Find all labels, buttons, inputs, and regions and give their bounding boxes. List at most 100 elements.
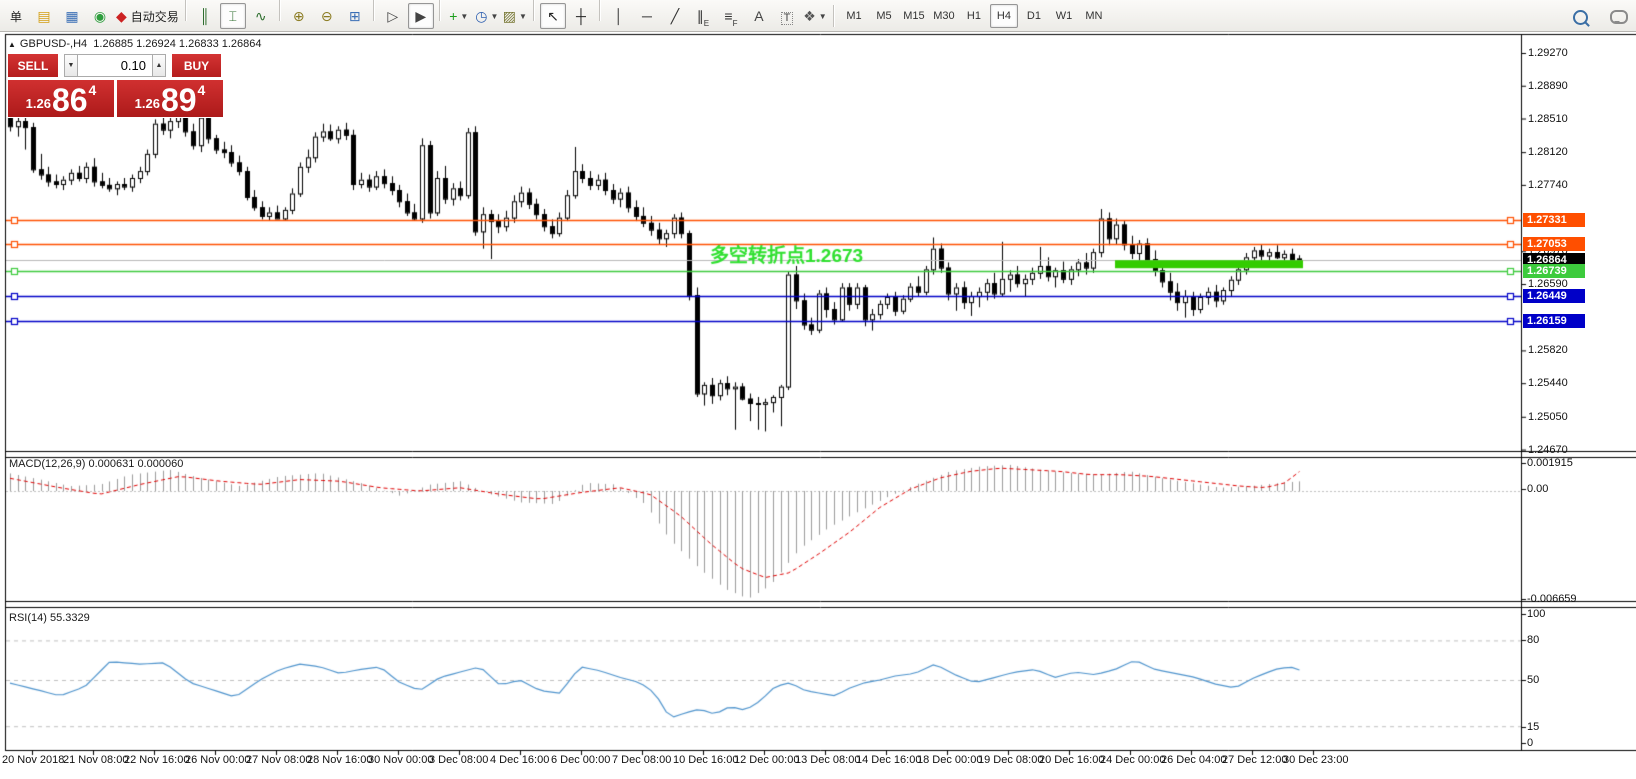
timeframe-button-m1[interactable]: M1 [840,4,868,28]
chat-icon [1610,10,1628,24]
price-level-badge: 1.26739 [1523,264,1585,278]
time-axis-label: 20 Nov 2018 [2,754,64,766]
timeframe-button-m5[interactable]: M5 [870,4,898,28]
line-chart-icon[interactable]: ∿ [248,3,274,29]
volume-down-stepper[interactable]: ▼ [64,54,78,77]
buy-price-box[interactable]: 1.26 89 4 [117,80,223,117]
text-icon[interactable]: A [746,3,772,29]
toolbar-separator [599,0,601,21]
vertical-line-icon[interactable]: │ [606,3,632,29]
sell-price-box[interactable]: 1.26 86 4 [8,80,114,117]
collapse-arrow-icon[interactable]: ▲ [8,40,16,49]
timeframe-button-w1[interactable]: W1 [1050,4,1078,28]
rsi-axis-label: 0 [1527,737,1533,749]
macd-axis-label: 0.001915 [1527,457,1573,469]
periods-icon[interactable]: ◷▼ [474,3,500,29]
search-button[interactable] [1567,4,1593,30]
time-axis-label: 27 Nov 08:00 [246,754,311,766]
chat-button[interactable] [1595,4,1629,30]
price-axis-tick-label: 1.28890 [1528,80,1568,92]
templates-icon[interactable]: ▨▼ [502,3,528,29]
buy-price-big: 89 [161,87,197,114]
rsi-axis-label: 80 [1527,634,1539,646]
price-level-badge: 1.26159 [1523,314,1585,328]
buy-button[interactable]: BUY [172,54,221,77]
time-axis-label: 22 Nov 16:00 [124,754,189,766]
chart-title: ▲ GBPUSD-,H4 1.26885 1.26924 1.26833 1.26… [8,38,262,50]
time-axis-label: 18 Dec 00:00 [917,754,982,766]
zoom-out-icon[interactable]: ⊖ [314,3,340,29]
chart-canvas[interactable] [0,33,1636,779]
one-click-trading-panel: SELL ▼ 0.10 ▲ BUY 1.26 86 4 1.26 89 4 [7,53,227,118]
time-axis-label: 12 Dec 00:00 [734,754,799,766]
toolbar-separator [279,0,281,21]
time-axis-label: 10 Dec 16:00 [673,754,738,766]
pane-separator-macd[interactable] [0,451,1636,457]
price-axis-tick-label: 1.25050 [1528,411,1568,423]
time-axis-label: 6 Dec 00:00 [551,754,610,766]
time-axis-label: 14 Dec 16:00 [856,754,921,766]
indicators-icon[interactable]: +▼ [446,3,472,29]
new-chart-icon[interactable]: ▤ [31,3,57,29]
text-label-icon[interactable]: T [774,6,800,32]
candlestick-chart-icon[interactable]: ⌶ [220,3,246,29]
volume-input[interactable]: 0.10 [78,54,152,77]
toolbar-separator [533,0,535,21]
price-axis-tick-label: 1.29270 [1528,47,1568,59]
time-axis-label: 26 Nov 00:00 [185,754,250,766]
arrows-icon[interactable]: ❖▼ [802,3,828,29]
symbol-period-label: GBPUSD-,H4 [20,38,87,50]
time-axis-label: 30 Nov 00:00 [368,754,433,766]
price-axis-tick-label: 1.28510 [1528,113,1568,125]
timeframe-button-mn[interactable]: MN [1080,4,1108,28]
price-level-badge: 1.26449 [1523,289,1585,303]
rsi-label: RSI(14) 55.3329 [9,612,90,624]
search-icon [1573,10,1588,25]
buy-price-pip: 4 [198,82,206,98]
sell-price-pip: 4 [89,82,97,98]
timeframe-button-m30[interactable]: M30 [930,4,958,28]
timeframe-button-d1[interactable]: D1 [1020,4,1048,28]
cursor-icon[interactable]: ↖ [540,3,566,29]
rsi-value: 55.3329 [50,612,90,624]
rsi-axis-label: 100 [1527,608,1545,620]
time-axis-label: 20 Dec 16:00 [1039,754,1104,766]
timeframe-button-h4[interactable]: H4 [990,4,1018,28]
horizontal-line-icon[interactable]: ─ [634,3,660,29]
sell-button[interactable]: SELL [8,54,58,77]
time-axis-label: 21 Nov 08:00 [63,754,128,766]
timeframe-button-h1[interactable]: H1 [960,4,988,28]
main-toolbar: 单▤▦◉◆自动交易║⌶∿⊕⊖⊞▷▶+▼◷▼▨▼↖┼│─╱∥E≡FAT❖▼ M1M… [0,0,1636,32]
equidistant-channel-icon[interactable]: ∥E [690,3,716,29]
timeframe-button-m15[interactable]: M15 [900,4,928,28]
macd-label: MACD(12,26,9) 0.000631 0.000060 [9,458,183,470]
time-axis-label: 26 Dec 04:00 [1161,754,1226,766]
fibonacci-icon[interactable]: ≡F [718,3,744,29]
trendline-icon[interactable]: ╱ [662,3,688,29]
new-order-button[interactable]: 单 [3,4,29,30]
price-axis-tick-label: 1.27740 [1528,179,1568,191]
market-watch-icon[interactable]: ◉ [87,3,113,29]
chart-shift-icon[interactable]: ▶ [408,3,434,29]
time-axis-label: 30 Dec 23:00 [1283,754,1348,766]
ohlc-values: 1.26885 1.26924 1.26833 1.26864 [93,38,261,50]
tile-windows-icon[interactable]: ⊞ [342,3,368,29]
pane-separator-rsi[interactable] [0,601,1636,607]
rsi-axis-label: 50 [1527,674,1539,686]
profiles-icon[interactable]: ▦ [59,3,85,29]
price-level-badge: 1.27053 [1523,237,1585,251]
sell-price-prefix: 1.26 [26,96,51,111]
toolbar-separator [185,0,187,21]
macd-axis-label: 0.00 [1527,483,1548,495]
auto-scroll-icon[interactable]: ▷ [380,3,406,29]
price-axis-tick-label: 1.25820 [1528,344,1568,356]
buy-price-prefix: 1.26 [135,96,160,111]
bar-chart-icon[interactable]: ║ [192,3,218,29]
zoom-in-icon[interactable]: ⊕ [286,3,312,29]
toolbar-separator [373,0,375,21]
crosshair-icon[interactable]: ┼ [568,3,594,29]
volume-up-stepper[interactable]: ▲ [152,54,166,77]
autotrading-button[interactable]: ◆自动交易 [115,3,180,29]
time-axis-label: 4 Dec 16:00 [490,754,549,766]
price-level-badge: 1.27331 [1523,213,1585,227]
